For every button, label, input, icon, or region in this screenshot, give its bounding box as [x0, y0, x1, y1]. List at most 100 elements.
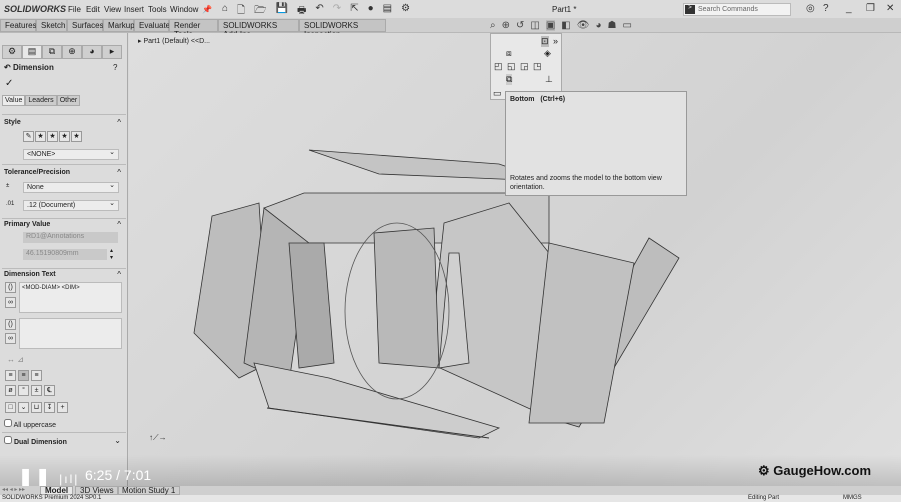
tab-evaluate[interactable]: Evaluate	[134, 19, 170, 32]
configuration-manager-tab[interactable]: ⧉	[42, 45, 62, 59]
add-parentheses-icon[interactable]: ()	[5, 319, 16, 330]
display-style-icon[interactable]: ◧	[561, 20, 570, 31]
offset-text-icon[interactable]: ↔ ⊿	[7, 355, 24, 364]
delete-style-icon[interactable]: ★	[47, 131, 58, 142]
tab-render-tools[interactable]: Render Tools	[169, 19, 218, 39]
countersink-symbol-icon[interactable]: ⌄	[18, 402, 29, 413]
diameter-symbol-icon[interactable]: ø	[5, 385, 16, 396]
left-view-icon[interactable]: ◲	[520, 61, 529, 72]
dimension-text-header[interactable]: Dimension Text	[4, 271, 56, 278]
view-settings-icon[interactable]: ▭	[622, 20, 631, 31]
depth-symbol-icon[interactable]: ↧	[44, 402, 55, 413]
add-style-icon[interactable]: ★	[35, 131, 46, 142]
center-dimension-icon[interactable]: ∞	[5, 333, 16, 344]
align-right-icon[interactable]: ≡	[31, 370, 42, 381]
zoom-area-icon[interactable]: ⊕	[502, 20, 510, 31]
zoom-fit-icon[interactable]: ⌕	[490, 20, 496, 31]
tab-value[interactable]: Value	[2, 95, 26, 106]
centerline-symbol-icon[interactable]: ℄	[44, 385, 55, 396]
dual-dimension-checkbox[interactable]	[4, 436, 12, 444]
single-view-icon[interactable]: ▭	[493, 88, 502, 99]
dimxpert-tab[interactable]: ⊕	[62, 45, 82, 59]
dimension-text-field-above[interactable]: <MOD-DIAM> <DIM>	[19, 282, 122, 313]
front-view-icon[interactable]: ◰	[494, 61, 503, 72]
apply-style-icon[interactable]: ✎	[23, 131, 34, 142]
display-manager-tab[interactable]: ◕	[82, 45, 102, 59]
help-icon[interactable]: ?	[113, 63, 117, 72]
unit-system[interactable]: MMGS	[843, 495, 862, 502]
tab-model[interactable]: Model	[40, 486, 74, 495]
square-symbol-icon[interactable]: □	[5, 402, 16, 413]
align-center-icon[interactable]: ≡	[18, 370, 29, 381]
save-style-icon[interactable]: ★	[59, 131, 70, 142]
style-header[interactable]: Style	[4, 119, 21, 126]
dimension-text-field-below[interactable]	[19, 318, 122, 349]
collapse-icon[interactable]: ^	[117, 168, 121, 177]
right-view-icon[interactable]: ◳	[533, 61, 542, 72]
previous-view-icon[interactable]: ↺	[516, 20, 524, 31]
tab-motion-study[interactable]: Motion Study 1	[117, 486, 181, 495]
help-icon[interactable]: ?	[823, 3, 829, 14]
tab-markup[interactable]: Markup	[103, 19, 135, 32]
feature-manager-tab[interactable]: ⚙	[2, 45, 22, 59]
plus-minus-symbol-icon[interactable]: ±	[31, 385, 42, 396]
tab-sketch[interactable]: Sketch	[36, 19, 67, 32]
align-left-icon[interactable]: ≡	[5, 370, 16, 381]
pause-button[interactable]: ❚❚ |ıl|	[18, 467, 79, 488]
menu-window[interactable]: Window	[170, 5, 198, 14]
tab-solidworks-inspection[interactable]: SOLIDWORKS Inspection	[299, 19, 386, 39]
user-icon[interactable]: ◎	[806, 3, 815, 14]
degree-symbol-icon[interactable]: °	[18, 385, 29, 396]
precision-select[interactable]: .12 (Document)	[23, 199, 119, 211]
add-parentheses-icon[interactable]: ()	[5, 282, 16, 293]
expand-icon[interactable]: »	[553, 36, 558, 46]
back-view-icon[interactable]: ◱	[507, 61, 516, 72]
more-tab[interactable]: ▸	[102, 45, 122, 59]
pin-icon[interactable]: 📌	[202, 5, 212, 14]
tab-solidworks-add-ins[interactable]: SOLIDWORKS Add-Ins	[218, 19, 299, 39]
menu-view[interactable]: View	[104, 5, 121, 14]
tab-nav-arrows[interactable]: ◂◂ ◂ ▸ ▸▸	[2, 486, 25, 493]
menu-insert[interactable]: Insert	[124, 5, 144, 14]
collapse-icon[interactable]: ^	[117, 270, 121, 279]
search-commands-input[interactable]: > Search Commands	[683, 3, 791, 16]
property-manager-tab[interactable]: ▤	[22, 45, 42, 59]
restore-button[interactable]: ❐	[866, 3, 875, 14]
expand-icon[interactable]: ⌄	[114, 436, 121, 445]
top-view-icon[interactable]: ⊥	[545, 74, 553, 85]
close-button[interactable]: ✕	[886, 3, 894, 14]
feature-tree-root[interactable]: ▸ Part1 (Default) <<D...	[138, 37, 210, 45]
tab-3d-views[interactable]: 3D Views	[75, 486, 119, 495]
counterbore-symbol-icon[interactable]: ⊔	[31, 402, 42, 413]
hide-show-icon[interactable]: 👁	[577, 20, 590, 31]
scene-icon[interactable]: ☗	[608, 20, 617, 31]
volume-icon[interactable]: |ıl|	[59, 472, 79, 486]
appearance-icon[interactable]: ◕	[595, 20, 601, 31]
primary-value-header[interactable]: Primary Value	[4, 221, 50, 228]
center-dimension-icon[interactable]: ∞	[5, 297, 16, 308]
view-cube-icon[interactable]: ◈	[544, 48, 551, 59]
all-uppercase-checkbox[interactable]	[4, 419, 12, 427]
load-style-icon[interactable]: ★	[71, 131, 82, 142]
tab-leaders[interactable]: Leaders	[25, 95, 57, 106]
menu-edit[interactable]: Edit	[86, 5, 100, 14]
tolerance-header[interactable]: Tolerance/Precision	[4, 169, 70, 176]
menu-tools[interactable]: Tools	[148, 5, 167, 14]
collapse-icon[interactable]: ^	[117, 118, 121, 127]
tab-surfaces[interactable]: Surfaces	[67, 19, 104, 32]
tab-other[interactable]: Other	[56, 95, 81, 106]
view-orientation-icon[interactable]: ▣	[545, 20, 556, 31]
more-symbols-icon[interactable]: +	[57, 402, 68, 413]
normal-to-icon[interactable]: ⊡	[541, 36, 549, 47]
collapse-icon[interactable]: ^	[117, 220, 121, 229]
menu-file[interactable]: File	[68, 5, 81, 14]
dimension-value-field[interactable]: 46.15190809mm	[23, 249, 107, 260]
ok-checkmark-icon[interactable]: ✓	[5, 78, 13, 89]
tab-features[interactable]: Features	[0, 19, 37, 32]
value-spinner[interactable]: ▴ ▾	[110, 247, 113, 261]
tolerance-select[interactable]: None	[23, 181, 119, 193]
bottom-view-icon[interactable]: ⧉	[506, 74, 513, 85]
isometric-icon[interactable]: ⧈	[506, 48, 512, 59]
section-view-icon[interactable]: ◫	[530, 20, 539, 31]
minimize-button[interactable]: _	[846, 3, 852, 14]
